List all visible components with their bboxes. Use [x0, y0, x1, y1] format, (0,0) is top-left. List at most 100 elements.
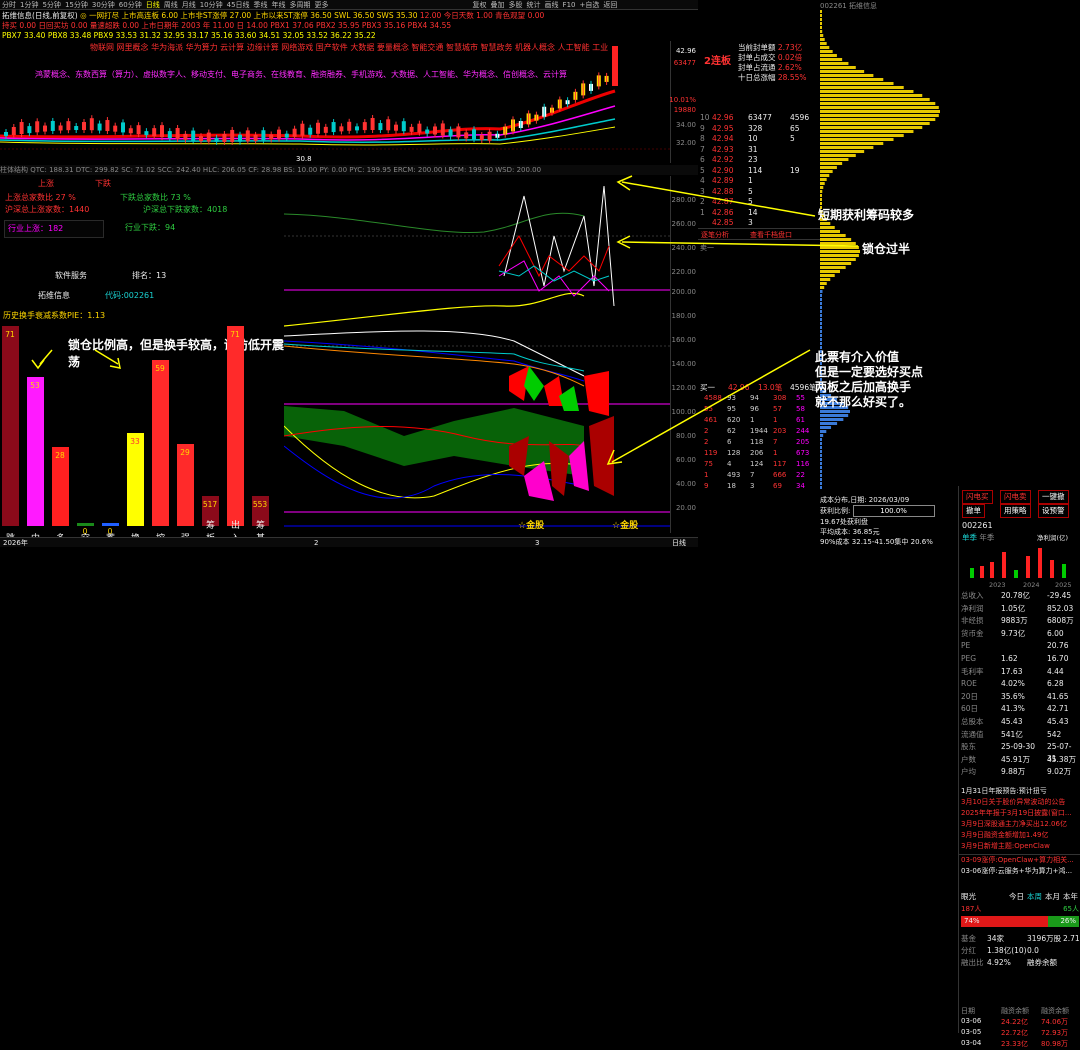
indicator-bar	[2, 326, 19, 526]
toolbar-button[interactable]: 多股	[507, 0, 525, 9]
chip-bar	[820, 54, 837, 57]
chip-bar	[820, 94, 923, 97]
period-tab[interactable]: 季线	[252, 0, 270, 9]
indicator-extra: 12.00 今日天数 1.00 青色观望 0.00	[419, 11, 545, 20]
toolbar-button[interactable]: 统计	[525, 0, 543, 9]
news-item[interactable]: 3月9日新增主题:OpenClaw	[959, 841, 1080, 852]
chip-bar	[820, 82, 894, 85]
chip-bar	[820, 50, 833, 53]
toolbar-button[interactable]: 画线	[543, 0, 561, 9]
gold-stock-label-1: ☆金股	[518, 521, 545, 531]
chip-bar	[820, 46, 830, 49]
period-tab[interactable]: 分时	[0, 0, 18, 9]
chip-bar	[820, 14, 822, 17]
chip-bar	[820, 150, 865, 153]
hot-tabs: 眼光 今日 本周 本月 本年	[961, 892, 1078, 901]
order-cell: 69	[773, 482, 782, 490]
chip-bar	[820, 138, 894, 141]
period-tab[interactable]: 1分钟	[18, 0, 40, 9]
chip-bar	[820, 34, 824, 37]
news-item[interactable]: 2025年年报于3月19日披露(窗口...	[959, 808, 1080, 819]
period-tab[interactable]: 5分钟	[40, 0, 62, 9]
net-profit-mini-chart	[970, 548, 1066, 578]
order-cell: 493	[727, 471, 741, 479]
margin-table-row: 03-05 22.72亿 72.93万	[961, 1028, 1069, 1037]
fund-row: 货币金 9.73亿 6.00	[961, 628, 1064, 638]
holding-row: 融出比 4.92% 融券余额	[961, 958, 1057, 967]
fund-row: 60日 41.3% 42.71	[961, 704, 1069, 714]
tab-quarter[interactable]: 单季	[962, 533, 977, 542]
indicator-bar	[27, 377, 44, 526]
left-stats-panel: 上涨 下跌 上涨总家数比 27 % 下跌总家数比 73 % 沪深总上涨家数：14…	[0, 176, 284, 546]
chip-bar	[820, 146, 874, 149]
period-tab[interactable]: 15分钟	[63, 0, 90, 9]
news-item[interactable]: 3月10日关于股价异常波动的公告	[959, 797, 1080, 808]
chip-bar	[820, 62, 849, 65]
indicator-bar-value: 59	[155, 364, 165, 373]
fund-row: PEG 1.62 16.70	[961, 654, 1069, 663]
period-tab[interactable]: 日线	[144, 0, 162, 9]
action-button[interactable]: 闪电买	[962, 490, 993, 504]
fund-row: 户数 45.91万 45.38万	[961, 754, 1076, 764]
news-item[interactable]: 03-09涨停:OpenClaw+算力相关...	[959, 855, 1080, 866]
chip-bar	[820, 142, 884, 145]
period-tab[interactable]: 10分钟	[198, 0, 225, 9]
chip-bar	[820, 70, 865, 73]
fund-row: 股东 25-09-30 25-07-31	[961, 742, 1072, 764]
margin-table-row: 03-06 24.22亿 74.06万	[961, 1017, 1069, 1026]
concept-tags: 物联网 网里概念 华为海派 华为算力 云计算 边缘计算 网络游戏 国产软件 大数…	[90, 43, 609, 52]
indicator-bar-value: 517	[202, 500, 218, 509]
chip-header: 002261 拓维信息	[820, 2, 877, 10]
period-tab[interactable]: 更多	[313, 0, 331, 9]
action-button[interactable]: 用策略	[1000, 504, 1031, 518]
period-tab[interactable]: 月线	[180, 0, 198, 9]
period-tab[interactable]: 60分钟	[117, 0, 144, 9]
toolbar-button[interactable]: 返回	[601, 0, 619, 9]
chip-bar	[820, 154, 856, 157]
period-tab[interactable]: 周线	[162, 0, 180, 9]
limit-up-panel: 2连板 当前封单额 2.73亿 封单占成交 0.02倍 封单占流通 2.62% 十日总…	[704, 43, 807, 82]
toolbar-button[interactable]: +自选	[577, 0, 601, 9]
chip-bar	[820, 18, 822, 21]
chip-bar	[820, 134, 904, 137]
tab-year[interactable]: 年季	[979, 533, 994, 542]
chip-bar	[820, 102, 936, 105]
chip-bar	[820, 122, 930, 125]
chip-bar	[820, 30, 823, 33]
limit-stat: 十日总涨幅 28.55%	[738, 73, 807, 82]
chip-bar	[820, 118, 936, 121]
chip-bar	[820, 110, 940, 113]
chip-bar	[820, 114, 939, 117]
chip-bar	[820, 74, 874, 77]
chip-bar	[820, 90, 914, 93]
toolbar-button[interactable]: 复权	[471, 0, 489, 9]
indicator-line3: PBX7 33.40 PBX8 33.48 PBX9 33.53 31.32 3…	[2, 31, 376, 40]
toolbar-button[interactable]: F10	[561, 0, 578, 9]
action-button[interactable]: 设预警	[1038, 504, 1069, 518]
fund-row: 流通值 541亿 542	[961, 729, 1062, 739]
news-item[interactable]: 03-06涨停:云服务+华为算力+鸿...	[959, 866, 1080, 877]
news-item[interactable]: 3月9日深股通主力净买出12.06亿	[959, 819, 1080, 830]
chip-bar	[820, 22, 822, 25]
news-item[interactable]: 3月9日融资金额增加1.49亿	[959, 830, 1080, 841]
margin-table-row: 03-04 23.33亿 80.98万	[961, 1039, 1069, 1048]
action-button[interactable]: 撤单	[962, 504, 985, 518]
fund-row: PE 20.76	[961, 641, 1069, 651]
period-tab[interactable]: 45日线	[225, 0, 252, 9]
fund-row: 总股本 45.43 45.43	[961, 717, 1069, 726]
chip-bar	[820, 66, 856, 69]
chip-bar	[820, 38, 825, 41]
order-cell: 666	[773, 471, 787, 479]
period-tab[interactable]: 多周期	[288, 0, 313, 9]
chip-bar	[820, 78, 884, 81]
indicator-bar-value: 53	[30, 381, 40, 390]
action-button[interactable]: 一键撤	[1038, 490, 1069, 504]
period-tab[interactable]: 30分钟	[90, 0, 117, 9]
chart-title: 拓维信息(日线,前复权)	[2, 11, 78, 20]
action-button[interactable]: 闪电卖	[1000, 490, 1031, 504]
toolbar-button[interactable]: 叠加	[489, 0, 507, 9]
news-list: 1月31日年报预告:预计扭亏 3月10日关于股价异常波动的公告 2025年年报于3…	[959, 786, 1080, 886]
chip-bar	[820, 126, 923, 129]
period-tab[interactable]: 年线	[270, 0, 288, 9]
chip-bar	[820, 486, 822, 489]
